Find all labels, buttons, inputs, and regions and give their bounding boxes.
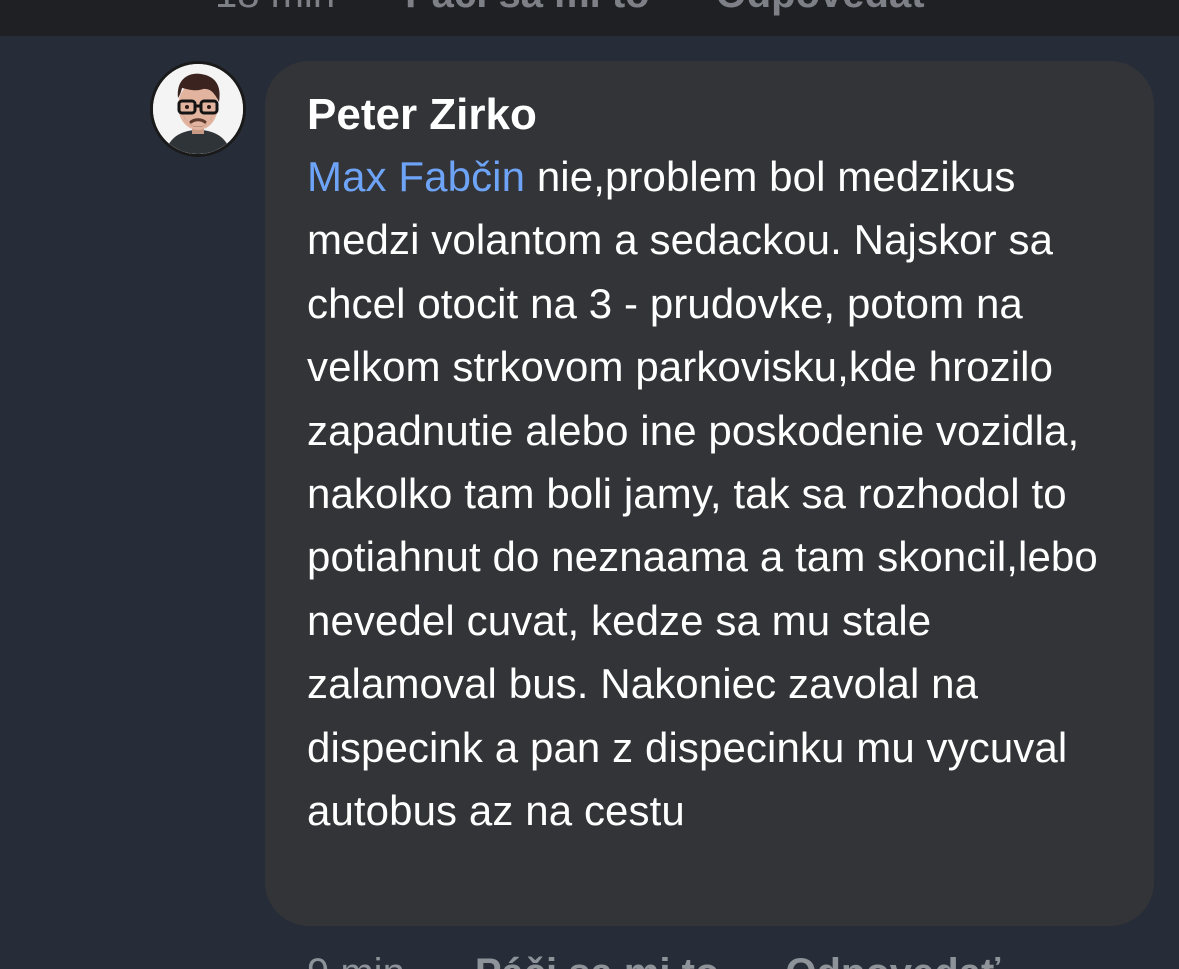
comment-text: nie,problem bol medzikus medzi volantom … (307, 153, 1098, 835)
previous-comment-actions: 18 min Páči sa mi to Odpovedať (215, 0, 930, 17)
reply-button[interactable]: Odpovedať (785, 951, 1000, 969)
cartoon-man-with-glasses-avatar-icon (153, 64, 243, 154)
comment-author[interactable]: Peter Zirko (307, 85, 1124, 145)
comment-bubble: Peter Zirko Max Fabčin nie,problem bol m… (265, 61, 1154, 926)
comment-thread: 18 min Páči sa mi to Odpovedať Peter Zir… (0, 0, 1179, 969)
comment-body: Max Fabčin nie,problem bol medzikus medz… (307, 145, 1117, 842)
mentioned-user-link[interactable]: Max Fabčin (307, 153, 525, 200)
previous-comment-like-button[interactable]: Páči sa mi to (405, 0, 650, 17)
avatar[interactable] (150, 61, 246, 157)
comment-timestamp: 9 min (307, 951, 405, 969)
previous-comment-action-bar: 18 min Páči sa mi to Odpovedať (0, 0, 1179, 36)
previous-comment-timestamp: 18 min (215, 0, 335, 17)
comment-actions: 9 min Páči sa mi to Odpovedať (307, 951, 1000, 969)
like-button[interactable]: Páči sa mi to (475, 951, 720, 969)
previous-comment-reply-button[interactable]: Odpovedať (716, 0, 931, 17)
